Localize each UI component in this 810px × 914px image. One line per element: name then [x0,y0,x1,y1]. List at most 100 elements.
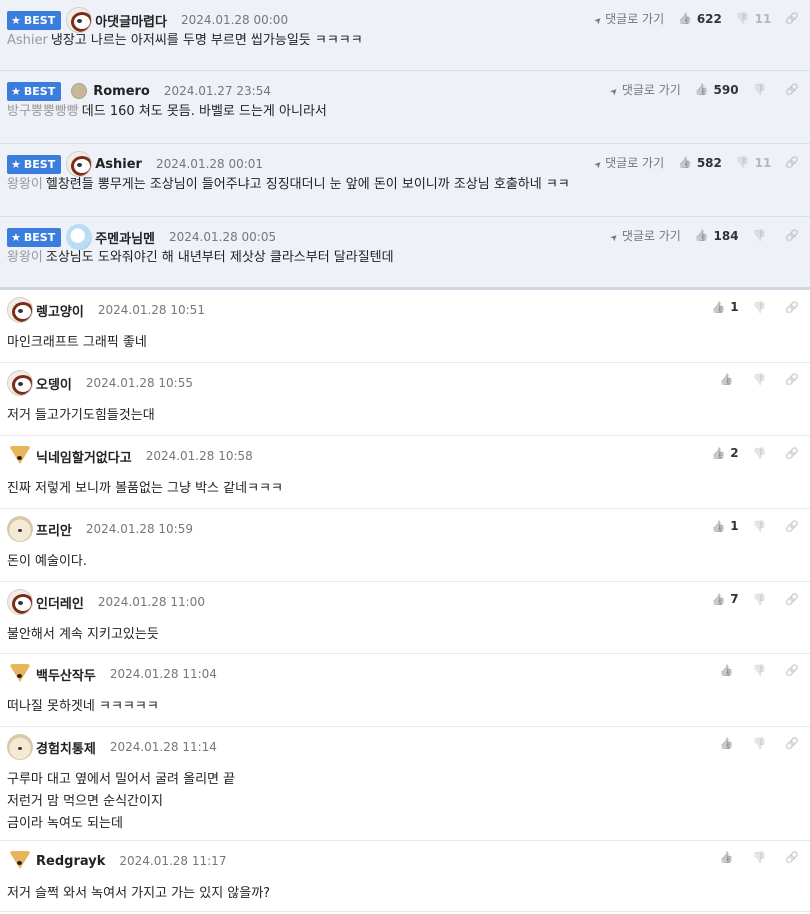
comment-actions: 👍 👎 🔗 [720,851,799,864]
comment-text: 데드 160 쳐도 못듬. 바벨로 드는게 아니라서 [81,104,327,119]
upvote-button[interactable]: 👍 [720,373,739,386]
avatar[interactable] [7,661,33,687]
comment-text: 금이라 녹여도 되는데 [7,816,123,831]
comment-text-line: 마인크래프트 그래픽 좋네 [7,332,147,354]
best-label: BEST [23,230,56,244]
comment-header: 프리안 2024.01.28 10:59 [7,516,193,542]
link-icon[interactable]: 🔗 [785,593,799,606]
comment-text: 불안해서 계속 지키고있는듯 [7,627,159,642]
upvote-button[interactable]: 👍 [720,737,739,750]
nickname[interactable]: 아댓글마렵다 [95,11,167,30]
reply-mention[interactable]: Ashier [7,33,48,48]
downvote-button[interactable]: 👎 [753,447,772,460]
best-badge: ★ BEST [7,154,62,174]
avatar[interactable] [71,83,88,99]
go-to-reply-link[interactable]: ➤댓글로 가기 [592,154,664,171]
comment-actions: 👍 2 👎 🔗 [712,446,799,460]
downvote-button[interactable]: 👎 [753,593,772,606]
comment-text-line: 저거 슬쩍 와서 녹여서 가지고 가는 있지 않을까? [7,883,270,905]
downvote-button[interactable]: 👎 [753,851,772,864]
nickname[interactable]: 닉네임할거없다고 [36,447,132,466]
upvote-button[interactable]: 👍 184 [695,229,739,243]
thumbs-up-icon: 👍 [711,446,726,460]
go-to-reply-link[interactable]: ➤댓글로 가기 [609,227,681,244]
comment-text-line: 방구뿡뿡빵빵 데드 160 쳐도 못듬. 바벨로 드는게 아니라서 [7,101,327,123]
downvote-button[interactable]: 👎 [753,83,772,96]
reply-mention[interactable]: 왕왕이 [7,250,43,265]
upvote-button[interactable]: 👍 2 [712,446,739,460]
link-icon[interactable]: 🔗 [785,301,799,314]
nickname[interactable]: 오뎅이 [36,374,72,393]
send-arrow-icon: ➤ [608,85,622,99]
link-icon[interactable]: 🔗 [785,520,799,533]
upvote-button[interactable]: 👍 [720,664,739,677]
comment-text-line: 왕왕이 조상님도 도와줘야긴 해 내년부터 제삿상 클라스부터 달라질텐데 [7,247,394,269]
downvote-button[interactable]: 👎 [753,664,772,677]
comment-body: 왕왕이 조상님도 도와줘야긴 해 내년부터 제삿상 클라스부터 달라질텐데 [7,247,394,269]
reply-label: 댓글로 가기 [621,83,681,97]
upvote-button[interactable]: 👍 [720,851,739,864]
link-icon[interactable]: 🔗 [785,737,799,750]
nickname[interactable]: 경험치통제 [36,738,96,757]
link-icon[interactable]: 🔗 [785,12,799,25]
link-icon[interactable]: 🔗 [785,447,799,460]
comment-text: 저거 들고가기도힘들것는대 [7,408,155,423]
link-icon[interactable]: 🔗 [785,156,799,169]
nickname[interactable]: 인더레인 [36,593,84,612]
go-to-reply-link[interactable]: ➤댓글로 가기 [592,10,664,27]
upvote-button[interactable]: 👍 622 [678,12,722,26]
comment-body: 구루마 대고 옆에서 밀어서 굴려 올리면 끝 저런거 맘 먹으면 순식간이지 금이… [7,769,235,835]
downvote-button[interactable]: 👎 11 [736,12,771,26]
comment-actions: 👍 👎 🔗 [720,664,799,677]
comment: 인더레인 2024.01.28 11:00 👍 7 👎 🔗 불안해서 계속 지키고있는듯 [0,582,810,654]
downvote-button[interactable]: 👎 [753,373,772,386]
avatar[interactable] [7,516,33,542]
thumbs-down-icon: 👎 [752,851,767,864]
reply-mention[interactable]: 방구뿡뿡빵빵 [7,104,79,119]
nickname[interactable]: Redgrayk [36,854,105,869]
comment-date: 2024.01.28 11:00 [97,595,205,609]
comment-header: ★ BEST 주멘과님멘 2024.01.28 00:05 [7,224,276,250]
downvote-button[interactable]: 👎 11 [736,156,771,170]
downvote-button[interactable]: 👎 [753,229,772,242]
comment-text-line: 저거 들고가기도힘들것는대 [7,405,155,427]
comment-actions: ➤댓글로 가기 👍 184 👎 🔗 [609,227,799,245]
comment-actions: 👍 👎 🔗 [720,373,799,386]
avatar[interactable] [7,734,33,760]
comment: 프리안 2024.01.28 10:59 👍 1 👎 🔗 돈이 예술이다. [0,509,810,582]
avatar[interactable] [7,443,33,469]
avatar[interactable] [7,848,33,874]
comment-body: 돈이 예술이다. [7,551,87,573]
downvote-button[interactable]: 👎 [753,520,772,533]
nickname[interactable]: 렝고양이 [36,301,84,320]
comment-body: 떠나질 못하겟네 ㅋㅋㅋㅋㅋ [7,696,159,718]
thumbs-up-icon: 👍 [694,83,709,96]
upvote-button[interactable]: 👍 1 [712,300,739,314]
link-icon[interactable]: 🔗 [785,664,799,677]
link-icon[interactable]: 🔗 [785,373,799,386]
downvote-button[interactable]: 👎 [753,301,772,314]
star-icon: ★ [11,84,21,98]
upvote-button[interactable]: 👍 590 [695,83,739,97]
upvote-button[interactable]: 👍 582 [678,156,722,170]
nickname[interactable]: 프리안 [36,520,72,539]
link-icon[interactable]: 🔗 [785,83,799,96]
nickname[interactable]: 백두산작두 [36,665,96,684]
upvote-button[interactable]: 👍 1 [712,519,739,533]
nickname[interactable]: Ashier [95,157,142,172]
go-to-reply-link[interactable]: ➤댓글로 가기 [608,81,681,99]
nickname[interactable]: Romero [93,84,150,99]
reply-mention[interactable]: 왕왕이 [7,177,43,192]
comment: 경험치통제 2024.01.28 11:14 👍 👎 🔗 구루마 대고 옆에서 밀어서 굴… [0,727,810,841]
avatar[interactable] [7,370,33,396]
avatar[interactable] [7,297,33,323]
upvote-count: 590 [713,82,739,97]
avatar[interactable] [7,589,33,615]
link-icon[interactable]: 🔗 [785,851,799,864]
thumbs-up-icon: 👍 [719,664,734,677]
downvote-button[interactable]: 👎 [753,737,772,750]
nickname[interactable]: 주멘과님멘 [95,228,155,247]
upvote-button[interactable]: 👍 7 [712,592,739,606]
link-icon[interactable]: 🔗 [785,229,799,242]
thumbs-down-icon: 👎 [752,737,767,750]
